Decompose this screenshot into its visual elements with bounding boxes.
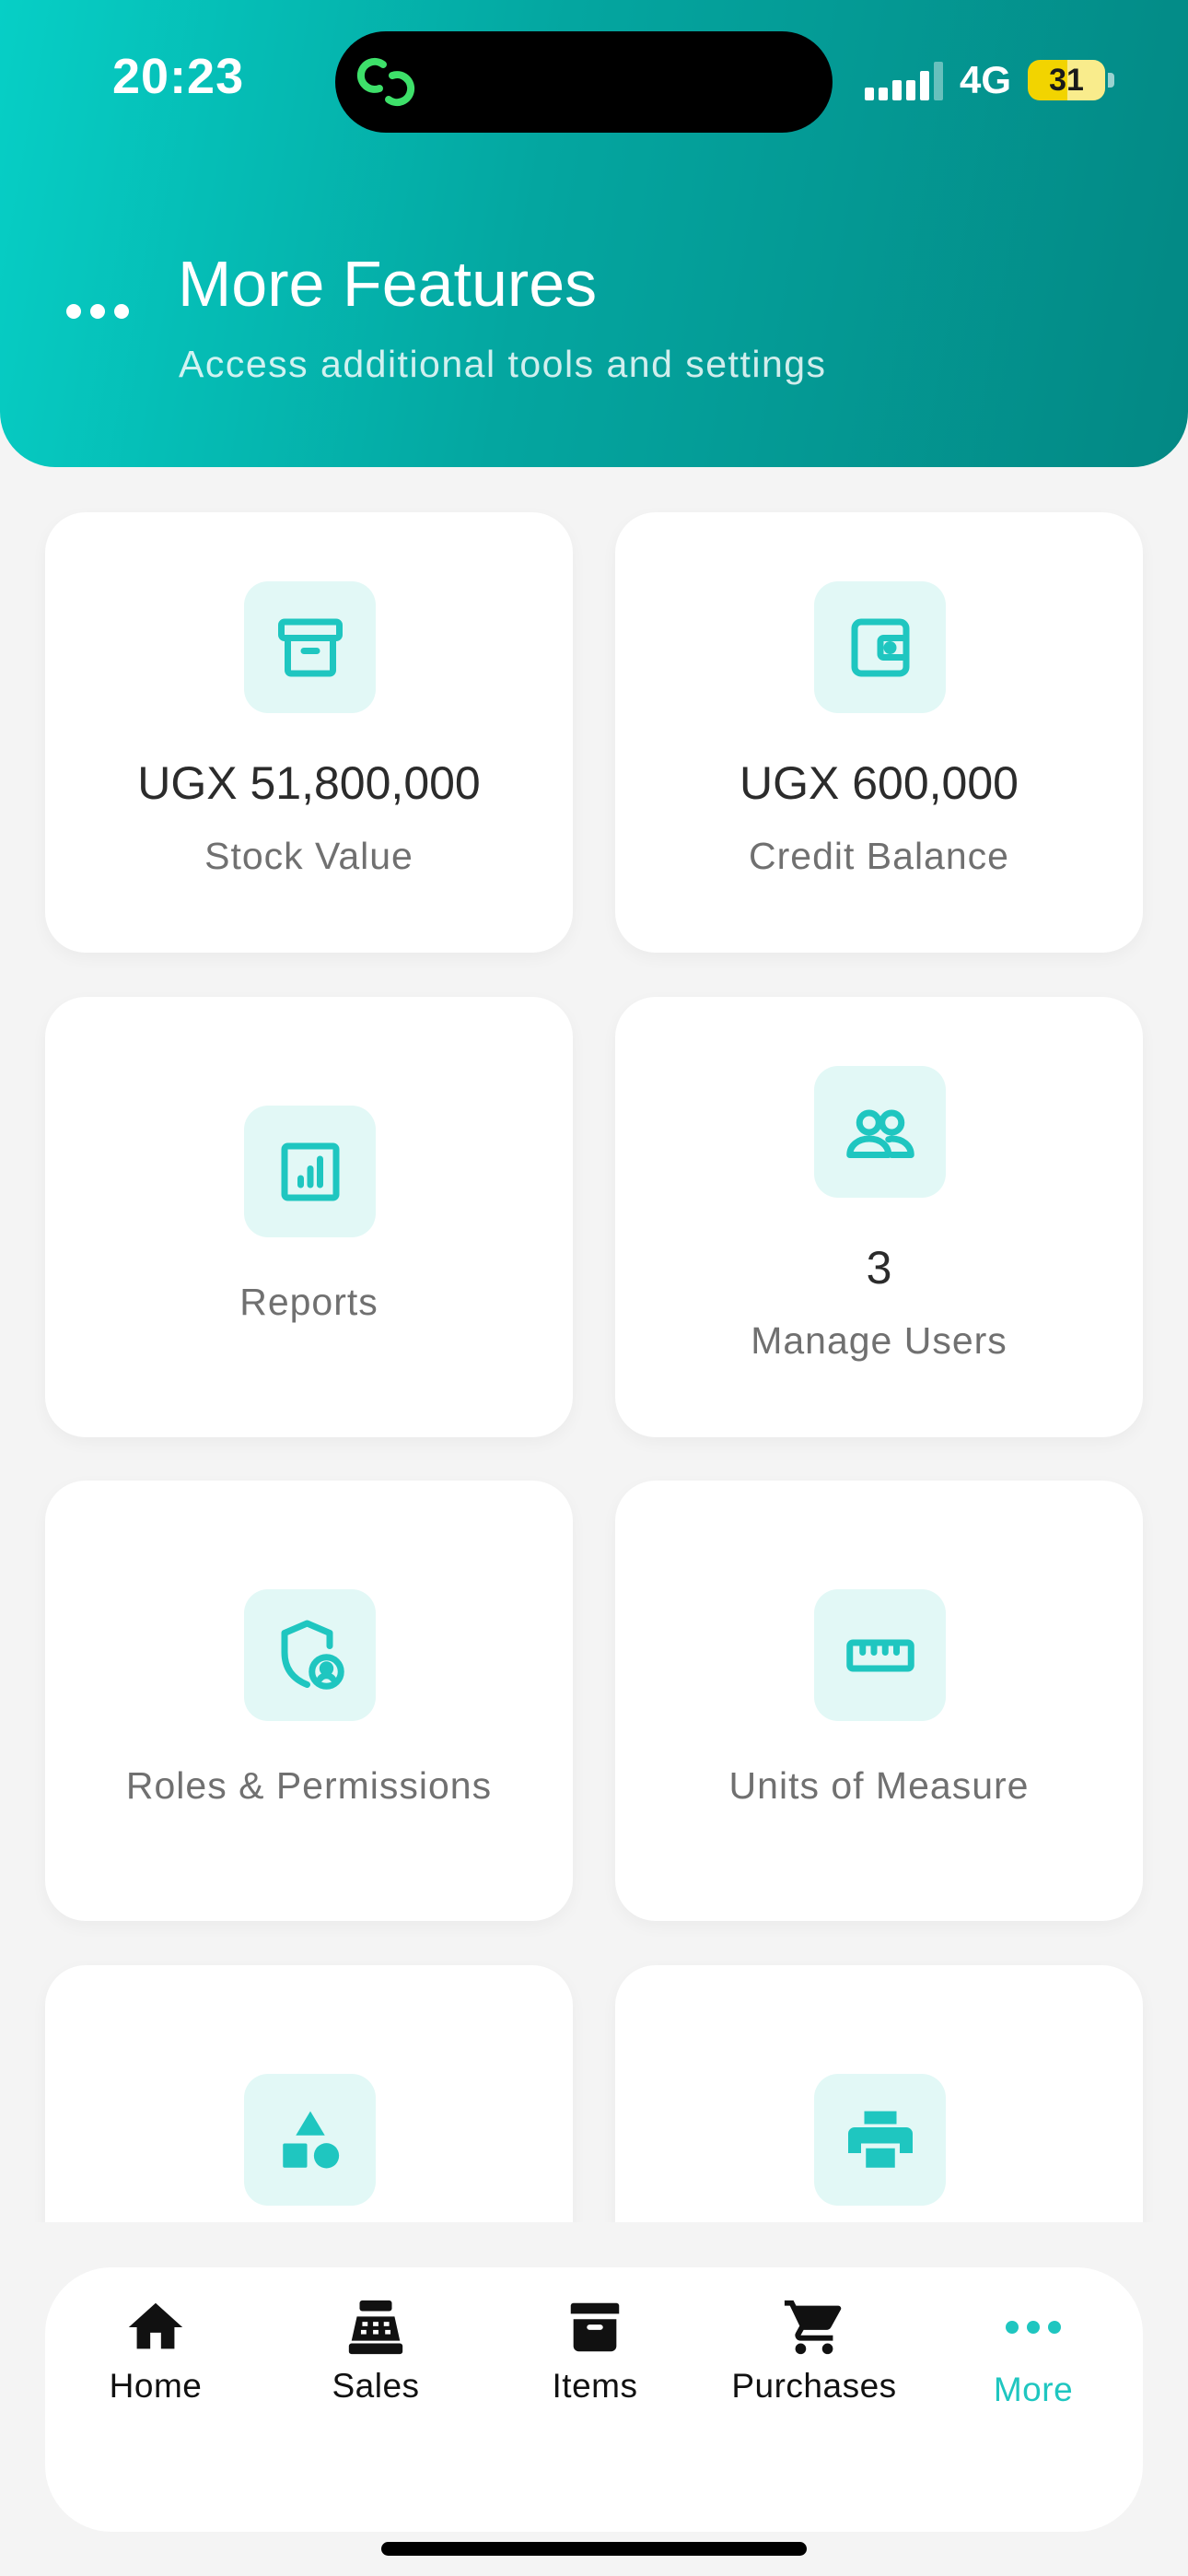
nav-items[interactable]: Items [484,2293,705,2422]
nav-purchases[interactable]: Purchases [704,2293,925,2422]
battery-icon: 31 [1028,60,1105,100]
printer-icon [814,2074,946,2206]
nav-home[interactable]: Home [45,2293,266,2422]
header: 20:23 4G 31 More Features Access additio… [0,0,1188,467]
nav-home-label: Home [109,2367,203,2405]
dynamic-island [335,31,833,133]
nav-sales[interactable]: Sales [265,2293,486,2422]
more-horizontal-icon[interactable] [66,304,129,319]
cart-icon [782,2293,846,2361]
archive-box-icon [563,2293,627,2361]
users-count: 3 [866,1242,892,1294]
units-of-measure-label: Units of Measure [728,1764,1030,1807]
credit-balance-amount: UGX 600,000 [740,757,1019,809]
roles-permissions-label: Roles & Permissions [125,1764,493,1807]
battery-level: 31 [1049,62,1084,98]
stock-value-label: Stock Value [204,835,413,877]
ruler-icon [814,1589,946,1721]
shapes-card[interactable] [45,1965,573,2222]
units-of-measure-card[interactable]: Units of Measure [615,1481,1143,1921]
manage-users-card[interactable]: 3 Manage Users [615,997,1143,1437]
nav-more[interactable]: More [923,2293,1144,2422]
stock-value-amount: UGX 51,800,000 [137,757,481,809]
wallet-icon [814,581,946,713]
home-icon [123,2293,188,2361]
users-icon [814,1066,946,1198]
link-icon [356,57,415,107]
network-type: 4G [959,58,1011,101]
nav-purchases-label: Purchases [731,2367,897,2405]
bottom-nav: Home Sales Items Purchases More [45,2267,1143,2532]
shield-user-icon [244,1589,376,1721]
reports-label: Reports [239,1281,379,1323]
nav-sales-label: Sales [332,2367,420,2405]
status-indicators: 4G 31 [864,57,1114,103]
status-time: 20:23 [112,49,245,104]
page-title: More Features [178,248,598,320]
archive-box-icon [244,581,376,713]
report-chart-icon [244,1106,376,1237]
stock-value-card[interactable]: UGX 51,800,000 Stock Value [45,512,573,953]
nav-more-label: More [993,2371,1074,2408]
cash-register-icon [344,2293,408,2361]
nav-items-label: Items [552,2367,638,2405]
credit-balance-label: Credit Balance [749,835,1009,877]
credit-balance-card[interactable]: UGX 600,000 Credit Balance [615,512,1143,953]
home-indicator [381,2542,807,2556]
page-subtitle: Access additional tools and settings [179,343,827,385]
reports-card[interactable]: Reports [45,997,573,1437]
signal-icon [864,60,943,100]
more-horizontal-icon [1006,2293,1061,2361]
roles-permissions-card[interactable]: Roles & Permissions [45,1481,573,1921]
shapes-icon [244,2074,376,2206]
features-grid: UGX 51,800,000 Stock Value UGX 600,000 C… [0,467,1188,2222]
manage-users-label: Manage Users [751,1319,1007,1362]
printer-card[interactable] [615,1965,1143,2222]
